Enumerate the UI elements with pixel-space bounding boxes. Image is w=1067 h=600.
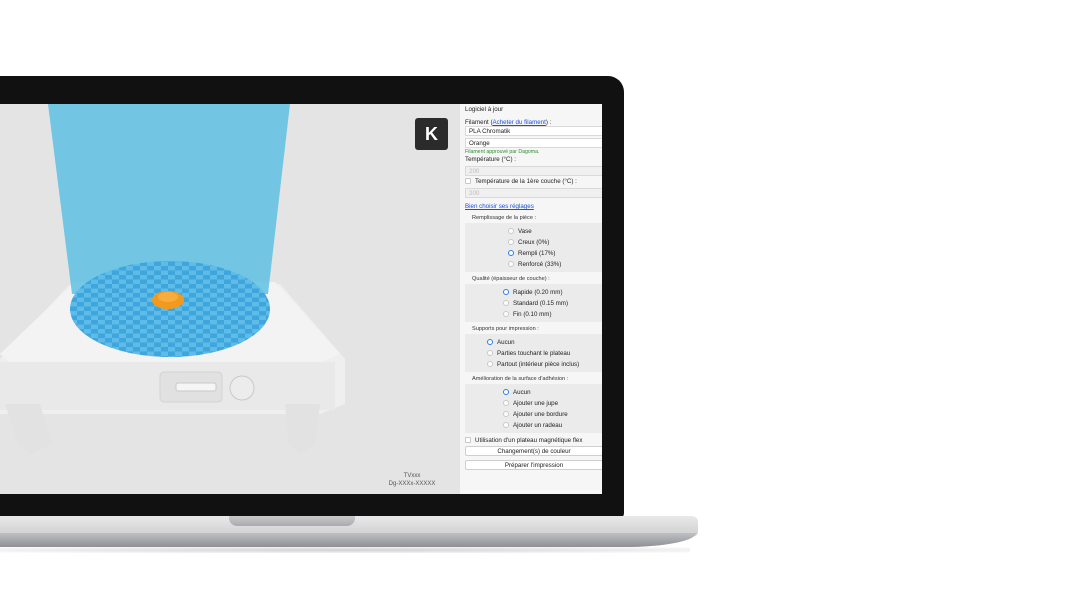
radio-dot (503, 422, 509, 429)
adhesion-option-label: Ajouter un radeau (513, 422, 563, 429)
settings-guide-link[interactable]: Bien choisir ses réglages (465, 203, 534, 210)
settings-panel: Logiciel à jour Filament (Acheter du fil… (460, 104, 602, 494)
filament-label-text: Filament ( (465, 119, 493, 126)
3d-viewport[interactable]: K TVxxx Dg-XXXx-XXXXX (0, 104, 460, 494)
quality-option-1[interactable]: Standard (0.15 mm) (503, 300, 568, 307)
supports-option-1[interactable]: Parties touchant le plateau (487, 350, 570, 357)
quality-option-2[interactable]: Fin (0.10 mm) (503, 311, 552, 318)
radio-dot (508, 239, 514, 246)
quality-option-0[interactable]: Rapide (0.20 mm) (503, 289, 563, 296)
infill-option-3[interactable]: Renforcé (33%) (508, 261, 561, 268)
first-layer-checkbox[interactable]: Température de la 1ère couche (°C) : (465, 178, 577, 185)
laptop-screen: K TVxxx Dg-XXXx-XXXXX Logiciel à jour Fi… (0, 104, 602, 494)
radio-dot (508, 261, 514, 268)
infill-option-0[interactable]: Vase (508, 228, 532, 235)
laptop-notch (229, 516, 355, 526)
dagoma-k-logo-icon: K (415, 118, 448, 150)
adhesion-option-label: Ajouter une bordure (513, 411, 568, 418)
supports-option-0[interactable]: Aucun (487, 339, 515, 346)
adhesion-option-label: Aucun (513, 389, 531, 396)
printer-leg-right (285, 404, 320, 454)
radio-dot (503, 411, 509, 418)
filament-label: Filament (Acheter du filament) : (465, 119, 551, 126)
radio-dot (487, 361, 493, 368)
infill-option-label: Creux (0%) (518, 239, 550, 246)
approved-note: Filament approuvé par Dagoma. (465, 149, 540, 155)
radio-dot (503, 289, 509, 296)
supports-option-label: Partout (intérieur pièce inclus) (497, 361, 580, 368)
prepare-print-button[interactable]: Préparer l'impression (465, 460, 602, 470)
quality-option-label: Fin (0.10 mm) (513, 311, 552, 318)
first-layer-label: Température de la 1ère couche (°C) : (475, 178, 577, 185)
supports-title: Supports pour impression : (472, 326, 539, 332)
version-label: TVxxx Dg-XXXx-XXXXX (372, 472, 452, 488)
radio-dot (503, 311, 509, 318)
flex-plate-checkbox[interactable]: Utilisation d'un plateau magnétique flex (465, 437, 582, 444)
checkbox-box (465, 437, 471, 444)
filament-select[interactable]: PLA Chromatik (465, 126, 602, 136)
radio-dot (503, 389, 509, 396)
adhesion-option-label: Ajouter une jupe (513, 400, 559, 407)
buy-filament-link[interactable]: Acheter du filament (493, 119, 546, 126)
supports-option-label: Parties touchant le plateau (497, 350, 571, 357)
supports-option-label: Aucun (497, 339, 515, 346)
adhesion-option-1[interactable]: Ajouter une jupe (503, 400, 558, 407)
infill-option-1[interactable]: Creux (0%) (508, 239, 549, 246)
radio-dot (503, 300, 509, 307)
adhesion-option-0[interactable]: Aucun (503, 389, 531, 396)
first-layer-input[interactable]: 200 (465, 188, 602, 198)
update-status: Logiciel à jour (465, 106, 504, 113)
radio-dot (487, 350, 493, 357)
quality-option-label: Rapide (0.20 mm) (513, 289, 563, 296)
adhesion-option-3[interactable]: Ajouter un radeau (503, 422, 562, 429)
temperature-label: Température (°C) : (465, 156, 516, 163)
radio-dot (487, 339, 493, 346)
infill-option-label: Rempli (17%) (518, 250, 556, 257)
checkbox-box (465, 178, 471, 185)
laptop-base-edge (0, 533, 696, 547)
version-line-1: TVxxx (403, 473, 421, 479)
infill-option-label: Renforcé (33%) (518, 261, 562, 268)
build-plate (70, 261, 270, 357)
color-change-button[interactable]: Changement(s) de couleur (465, 446, 602, 456)
filament-label-end: ) : (545, 119, 552, 126)
adhesion-title: Amélioration de la surface d'adhésion : (472, 376, 569, 382)
supports-option-2[interactable]: Partout (intérieur pièce inclus) (487, 361, 579, 368)
version-line-2: Dg-XXXx-XXXXX (388, 481, 436, 487)
infill-option-label: Vase (518, 228, 532, 235)
radio-dot (508, 250, 514, 257)
temperature-input[interactable]: 200 (465, 166, 602, 176)
color-select[interactable]: Orange (465, 138, 602, 148)
quality-title: Qualité (épaisseur de couche) : (472, 276, 550, 282)
printer-usb (175, 382, 217, 392)
infill-title: Remplissage de la pièce : (472, 215, 537, 221)
flex-plate-label: Utilisation d'un plateau magnétique flex (475, 437, 583, 444)
printer-knob (229, 375, 255, 401)
laptop-shadow (0, 547, 690, 553)
quality-option-label: Standard (0.15 mm) (513, 300, 569, 307)
adhesion-option-2[interactable]: Ajouter une bordure (503, 411, 568, 418)
radio-dot (508, 228, 514, 235)
infill-option-2[interactable]: Rempli (17%) (508, 250, 555, 257)
printer-scene (0, 104, 345, 454)
radio-dot (503, 400, 509, 407)
